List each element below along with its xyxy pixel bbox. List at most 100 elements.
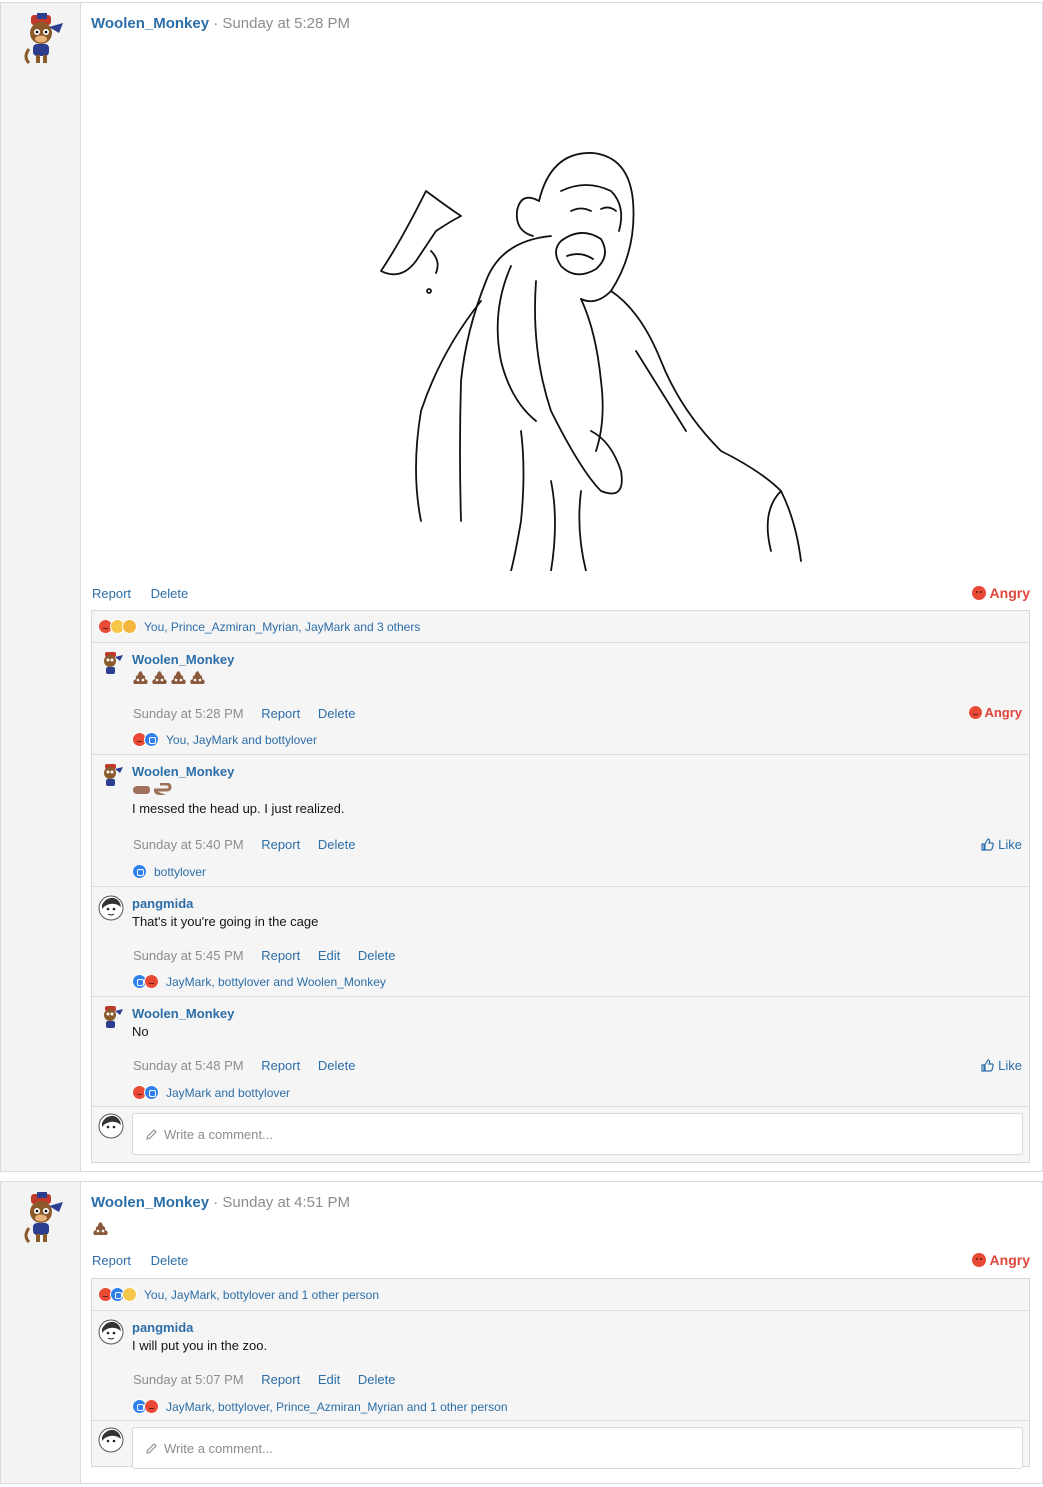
- post-time[interactable]: · Sunday at 5:28 PM: [213, 15, 350, 32]
- monkey-avatar-icon[interactable]: [98, 651, 124, 677]
- monkey-avatar-icon[interactable]: [19, 1192, 65, 1244]
- comment-item: Woolen_Monkey I messed the head up. I ju…: [92, 755, 1029, 887]
- delete-link[interactable]: Delete: [318, 837, 356, 852]
- poop-emoji-icon: [132, 670, 149, 685]
- comment-reactions[interactable]: bottylover: [132, 864, 206, 879]
- like-button[interactable]: Like: [981, 837, 1022, 852]
- edit-link[interactable]: Edit: [318, 1372, 340, 1387]
- comment-meta: Sunday at 5:07 PM Report Edit Delete: [133, 1372, 395, 1387]
- post-header: Woolen_Monkey · Sunday at 5:28 PM: [91, 15, 350, 32]
- comment-body: [132, 670, 208, 688]
- write-comment-row: Write a comment...: [92, 1421, 1029, 1475]
- reaction-icons: [98, 619, 137, 634]
- like-button[interactable]: Like: [981, 1058, 1022, 1073]
- post-header: Woolen_Monkey · Sunday at 4:51 PM: [91, 1194, 350, 1211]
- comment-time[interactable]: Sunday at 5:28 PM: [133, 706, 244, 721]
- reaction-icons: [98, 1287, 137, 1302]
- love-emoji-icon: [122, 619, 137, 634]
- post-sidebar: [1, 3, 81, 1171]
- angry-emoji-icon: [971, 586, 986, 600]
- post-author[interactable]: Woolen_Monkey: [91, 1194, 209, 1211]
- post-actions: Report Delete: [92, 1253, 204, 1268]
- pointing-fingers-emoji-icon: [133, 783, 172, 795]
- delete-link[interactable]: Delete: [358, 1372, 396, 1387]
- comment-reactions[interactable]: You, JayMark and bottylover: [132, 732, 317, 747]
- delete-link[interactable]: Delete: [358, 948, 396, 963]
- comment-time[interactable]: Sunday at 5:45 PM: [133, 948, 244, 963]
- comment-body: That's it you're going in the cage: [132, 914, 319, 929]
- post-1: Woolen_Monkey · Sunday at 5:28 PM Report…: [0, 2, 1043, 1172]
- poop-emoji-icon: [189, 670, 206, 685]
- delete-link[interactable]: Delete: [151, 1253, 189, 1268]
- thumbs-up-icon: [981, 838, 994, 851]
- comment-body: No: [132, 1024, 149, 1039]
- comment-item: Woolen_Monkey Sunday at 5:28 PM Report D…: [92, 643, 1029, 755]
- pangmida-avatar-icon: [98, 1427, 124, 1453]
- comment-time[interactable]: Sunday at 5:40 PM: [133, 837, 244, 852]
- write-comment-row: Write a comment...: [92, 1107, 1029, 1161]
- angry-emoji-icon: [144, 1399, 159, 1414]
- comment-reaction-button[interactable]: Angry: [968, 705, 1022, 720]
- comment-meta: Sunday at 5:45 PM Report Edit Delete: [133, 948, 395, 963]
- pangmida-avatar-icon: [98, 1113, 124, 1139]
- wow-emoji-icon: [122, 1287, 137, 1302]
- thumbs-up-icon: [981, 1059, 994, 1072]
- delete-link[interactable]: Delete: [318, 1058, 356, 1073]
- comment-time[interactable]: Sunday at 5:07 PM: [133, 1372, 244, 1387]
- comment-meta: Sunday at 5:40 PM Report Delete: [133, 837, 355, 852]
- comments-block: You, Prince_Azmiran_Myrian, JayMark and …: [91, 610, 1030, 1163]
- write-comment-input[interactable]: Write a comment...: [132, 1427, 1023, 1469]
- monkey-avatar-icon[interactable]: [98, 763, 124, 789]
- report-link[interactable]: Report: [261, 948, 300, 963]
- comment-author[interactable]: Woolen_Monkey: [132, 652, 234, 667]
- edit-link[interactable]: Edit: [318, 948, 340, 963]
- pangmida-avatar-icon[interactable]: [98, 1319, 124, 1345]
- comment-meta: Sunday at 5:48 PM Report Delete: [133, 1058, 355, 1073]
- post-2: Woolen_Monkey · Sunday at 4:51 PM Report…: [0, 1181, 1043, 1484]
- comment-author[interactable]: Woolen_Monkey: [132, 1006, 234, 1021]
- comment-author[interactable]: pangmida: [132, 896, 193, 911]
- comment-reactions[interactable]: JayMark, bottylover and Woolen_Monkey: [132, 974, 386, 989]
- report-link[interactable]: Report: [261, 1058, 300, 1073]
- comment-author[interactable]: Woolen_Monkey: [132, 764, 234, 779]
- post-actions: Report Delete: [92, 586, 204, 601]
- comment-time[interactable]: Sunday at 5:48 PM: [133, 1058, 244, 1073]
- like-emoji-icon: [144, 1085, 159, 1100]
- angry-emoji-icon: [968, 705, 984, 720]
- poop-emoji-icon: [151, 670, 168, 685]
- comment-item: pangmida I will put you in the zoo. Sund…: [92, 1311, 1029, 1421]
- monkey-drawing-image[interactable]: [81, 51, 1041, 571]
- post-time[interactable]: · Sunday at 4:51 PM: [213, 1194, 350, 1211]
- pencil-icon: [146, 1442, 157, 1454]
- angry-emoji-icon: [971, 1253, 986, 1267]
- poop-emoji-icon: [92, 1221, 109, 1236]
- comment-reactions[interactable]: JayMark and bottylover: [132, 1085, 290, 1100]
- monkey-avatar-icon[interactable]: [19, 13, 65, 65]
- report-link[interactable]: Report: [261, 837, 300, 852]
- report-link[interactable]: Report: [92, 586, 131, 601]
- pencil-icon: [146, 1128, 157, 1140]
- comment-item: pangmida That's it you're going in the c…: [92, 887, 1029, 997]
- comment-reactions[interactable]: JayMark, bottylover, Prince_Azmiran_Myri…: [132, 1399, 508, 1414]
- delete-link[interactable]: Delete: [318, 706, 356, 721]
- comments-block: You, JayMark, bottylover and 1 other per…: [91, 1278, 1030, 1469]
- comment-item: Woolen_Monkey No Sunday at 5:48 PM Repor…: [92, 997, 1029, 1107]
- reactions-summary[interactable]: You, JayMark, bottylover and 1 other per…: [92, 1279, 1029, 1311]
- delete-link[interactable]: Delete: [151, 586, 189, 601]
- monkey-avatar-icon[interactable]: [98, 1005, 124, 1031]
- post-reaction-button[interactable]: Angry: [971, 1252, 1030, 1268]
- report-link[interactable]: Report: [261, 1372, 300, 1387]
- comment-body: I messed the head up. I just realized.: [132, 801, 345, 816]
- pangmida-avatar-icon[interactable]: [98, 895, 124, 921]
- comment-meta: Sunday at 5:28 PM Report Delete: [133, 706, 355, 721]
- poop-emoji-icon: [170, 670, 187, 685]
- comment-author[interactable]: pangmida: [132, 1320, 193, 1335]
- post-author[interactable]: Woolen_Monkey: [91, 15, 209, 32]
- report-link[interactable]: Report: [92, 1253, 131, 1268]
- reactions-summary[interactable]: You, Prince_Azmiran_Myrian, JayMark and …: [92, 611, 1029, 643]
- report-link[interactable]: Report: [261, 706, 300, 721]
- write-comment-input[interactable]: Write a comment...: [132, 1113, 1023, 1155]
- post-reaction-button[interactable]: Angry: [971, 585, 1030, 601]
- angry-emoji-icon: [144, 974, 159, 989]
- comment-body: I will put you in the zoo.: [132, 1338, 268, 1353]
